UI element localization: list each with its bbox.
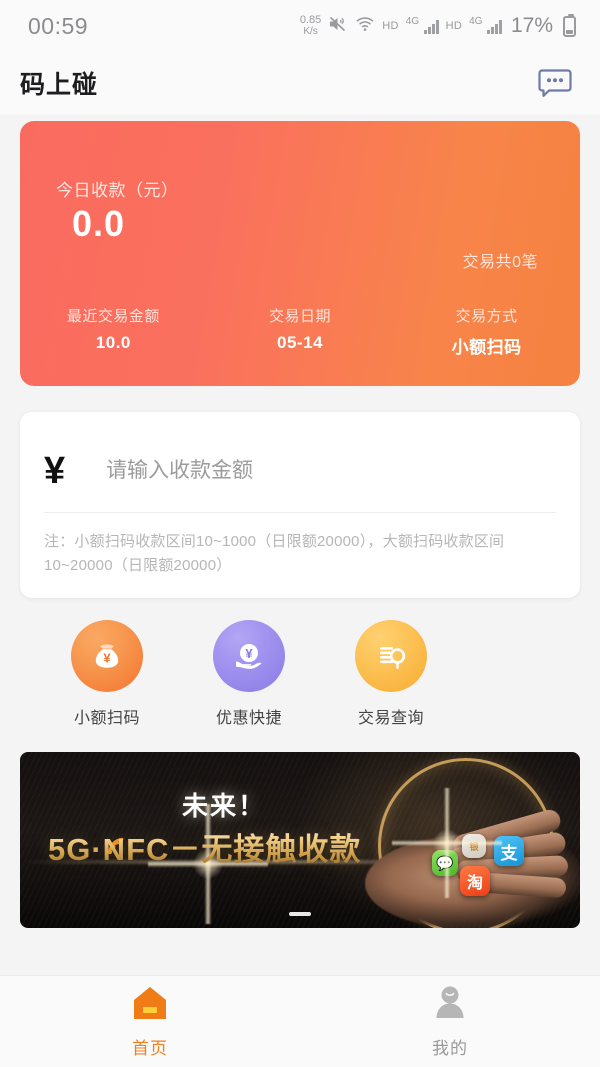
action-discount-quick[interactable]: ¥ 优惠快捷: [178, 620, 320, 728]
tab-home[interactable]: 首页: [0, 976, 300, 1067]
mute-icon: [328, 15, 348, 38]
summary-card: 今日收款（元） 0.0 交易共0笔 最近交易金额 10.0 交易日期 05-14…: [20, 121, 580, 386]
tab-label: 首页: [132, 1039, 168, 1058]
divider: [44, 512, 556, 513]
network-speed-unit: K/s: [303, 25, 318, 37]
promo-banner[interactable]: 💬 银 支 淘 未来！ 5G·NFC－无接触收款: [20, 752, 580, 928]
wifi-icon: [355, 15, 375, 37]
page-title: 码上碰: [20, 71, 99, 99]
today-income-amount: 0.0: [72, 203, 126, 244]
app-screen: 00:59 0.85 K/s HD 4G HD 4G 17% 码上碰 今日收款（…: [0, 0, 600, 1067]
quick-actions: ¥ 小额扫码 ¥ 优惠快捷 交易查询: [0, 598, 600, 728]
svg-text:¥: ¥: [103, 651, 111, 666]
banner-page-indicator[interactable]: [289, 912, 311, 916]
battery-percent: 17%: [510, 14, 553, 37]
app-header: 码上碰: [0, 52, 600, 114]
home-icon: [130, 984, 170, 1027]
status-bar: 00:59 0.85 K/s HD 4G HD 4G 17%: [0, 0, 600, 52]
network-speed-indicator: 0.85 K/s: [299, 14, 322, 37]
yen-symbol-icon: ¥: [44, 450, 66, 492]
stat-value: 10.0: [95, 333, 131, 352]
person-icon: [430, 984, 470, 1027]
tab-label: 我的: [432, 1039, 468, 1058]
message-bubble-icon[interactable]: [532, 62, 578, 104]
stat-transaction-method: 交易方式 小额扫码: [393, 305, 580, 358]
action-label: 优惠快捷: [215, 710, 282, 727]
status-icons: 0.85 K/s HD 4G HD 4G 17%: [299, 13, 576, 38]
status-clock: 00:59: [28, 12, 89, 39]
hd-label-2: HD: [445, 20, 463, 32]
stat-recent-amount: 最近交易金额 10.0: [20, 305, 207, 358]
svg-text:¥: ¥: [245, 646, 253, 661]
amount-input-card: ¥ 注：小额扫码收款区间10~1000（日限额20000），大额扫码收款区间10…: [20, 412, 580, 598]
transaction-count: 交易共0笔: [462, 254, 538, 271]
today-income-label: 今日收款（元）: [56, 181, 179, 200]
hand-coin-icon: ¥: [213, 620, 285, 692]
stat-label: 最近交易金额: [66, 308, 160, 325]
search-list-icon: [355, 620, 427, 692]
hd-label-1: HD: [382, 20, 399, 32]
sparkle-decoration: [392, 788, 502, 898]
battery-icon: [563, 13, 576, 37]
stat-label: 交易日期: [269, 308, 332, 325]
network-type-1: 4G: [405, 15, 420, 27]
money-bag-icon: ¥: [71, 620, 143, 692]
network-speed-value: 0.85: [299, 14, 322, 27]
banner-title: 5G·NFC－无接触收款: [48, 824, 361, 869]
stat-value: 小额扫码: [451, 338, 522, 357]
signal-bars-1: [424, 19, 439, 34]
stat-label: 交易方式: [455, 308, 518, 325]
bottom-tab-bar: 首页 我的: [0, 975, 600, 1067]
stat-transaction-date: 交易日期 05-14: [207, 305, 394, 358]
action-label: 交易查询: [357, 710, 424, 727]
action-label: 小额扫码: [73, 710, 140, 727]
banner-subtitle: 未来！: [182, 791, 267, 821]
amount-input-row: ¥: [44, 438, 556, 504]
network-type-2: 4G: [469, 15, 483, 27]
tab-mine[interactable]: 我的: [300, 976, 600, 1067]
action-small-amount-scan[interactable]: ¥ 小额扫码: [36, 620, 178, 728]
amount-input[interactable]: [106, 459, 556, 483]
amount-limit-note: 注：小额扫码收款区间10~1000（日限额20000），大额扫码收款区间10~2…: [44, 533, 505, 574]
action-transaction-query[interactable]: 交易查询: [320, 620, 462, 728]
summary-stats: 最近交易金额 10.0 交易日期 05-14 交易方式 小额扫码: [20, 305, 580, 358]
signal-bars-2: [487, 19, 502, 34]
stat-value: 05-14: [277, 333, 323, 352]
